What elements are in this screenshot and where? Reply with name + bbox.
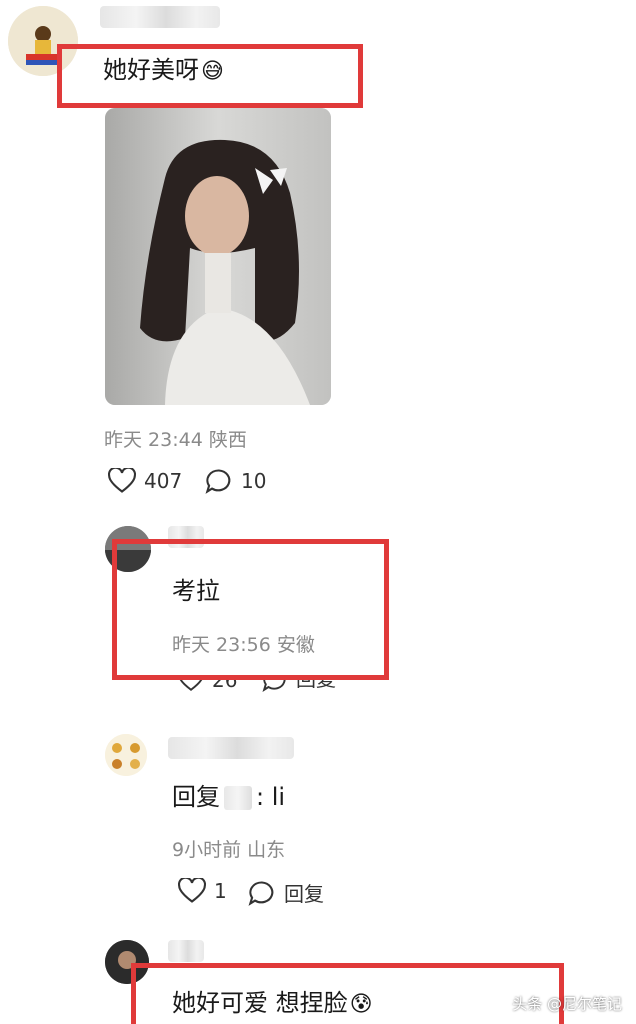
like-button[interactable]: 26 bbox=[178, 680, 237, 692]
reply-button[interactable]: 回复 bbox=[248, 878, 324, 907]
heart-icon bbox=[179, 680, 203, 691]
reply-label: 回复 bbox=[284, 882, 324, 906]
comment-bubble-icon bbox=[205, 469, 231, 494]
comment-timestamp-location: 昨天 23:44 陕西 bbox=[104, 429, 247, 451]
reply-count: 10 bbox=[241, 469, 267, 493]
avatar-pattern-icon bbox=[105, 734, 147, 776]
highlight-box bbox=[112, 539, 389, 680]
heart-icon bbox=[108, 468, 136, 493]
like-count: 1 bbox=[214, 879, 227, 903]
comment-photo[interactable] bbox=[105, 108, 331, 405]
reply-label: 回复 bbox=[296, 680, 336, 692]
comment-text: 回复: li bbox=[172, 783, 286, 811]
photo-portrait-icon bbox=[105, 108, 331, 405]
comment-bubble-icon bbox=[248, 880, 274, 906]
comment-timestamp-location: 9小时前 山东 bbox=[172, 839, 286, 861]
username-blurred[interactable] bbox=[168, 940, 204, 962]
reply-count-button[interactable]: 10 bbox=[205, 468, 266, 494]
username-blurred[interactable] bbox=[100, 6, 220, 28]
like-button[interactable]: 407 bbox=[108, 468, 182, 494]
reply-button[interactable]: 回复 bbox=[262, 680, 336, 692]
highlight-box bbox=[131, 963, 564, 1024]
like-count: 407 bbox=[144, 469, 183, 493]
avatar[interactable] bbox=[105, 734, 147, 776]
highlight-box bbox=[57, 44, 363, 108]
heart-icon bbox=[178, 878, 206, 903]
username-blurred[interactable] bbox=[168, 737, 294, 759]
watermark: 头条 @尼尔笔记 bbox=[512, 995, 622, 1013]
mentioned-user-blurred[interactable] bbox=[224, 786, 252, 810]
comment-bubble-icon bbox=[262, 680, 286, 692]
like-count: 26 bbox=[212, 680, 238, 692]
like-button[interactable]: 1 bbox=[178, 878, 227, 904]
